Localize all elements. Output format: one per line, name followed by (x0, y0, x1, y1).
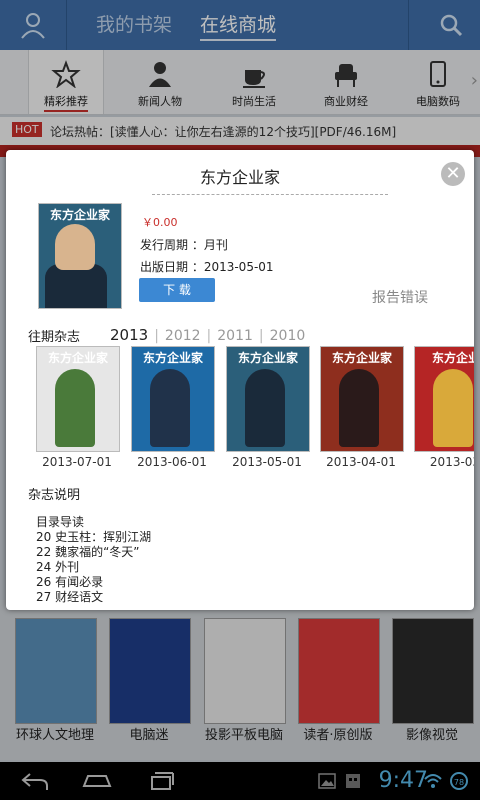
past-issue-cover[interactable]: 东方企业家 (131, 346, 215, 452)
cover-title: 东方企业 (431, 351, 474, 365)
year-2012[interactable]: 2012 (165, 328, 201, 344)
toc-item: 26 有闻必录 (36, 575, 104, 589)
year-separator: | (206, 328, 212, 344)
cover-figure (339, 369, 379, 447)
magazine-detail-dialog: 东方企业家 ✕ 东方企业家 ￥0.00 发行周期 ：月刊 出版日期 ：2013-… (6, 150, 474, 610)
cover-title: 东方企业家 (237, 351, 298, 365)
cover-figure (45, 264, 107, 308)
year-2010[interactable]: 2010 (270, 328, 306, 344)
toc-item: 目录导读 (36, 515, 85, 529)
price: ￥0.00 (142, 216, 178, 229)
issue-date: 2013-04-01 (326, 455, 396, 469)
report-error-link[interactable]: 报告错误 (372, 287, 428, 307)
issue-date: 2013-05-01 (232, 455, 302, 469)
table-of-contents: 目录导读 20 史玉柱：挥别江湖 22 魏家福的“冬天” 24 外刊 26 有闻… (36, 515, 151, 605)
title-divider (152, 194, 388, 195)
publish-date: 出版日期 ：2013-05-01 (140, 260, 274, 274)
toc-item: 27 财经语文 (36, 590, 104, 604)
cover-figure (55, 369, 95, 447)
cover-figure (245, 369, 285, 447)
year-separator: | (258, 328, 264, 344)
toc-item: 22 魏家福的“冬天” (36, 545, 140, 559)
download-button[interactable]: 下 载 (139, 278, 215, 302)
dialog-title: 东方企业家 (199, 168, 280, 187)
year-filter: 2013 | 2012 | 2011 | 2010 (110, 326, 305, 344)
cover-title: 东方企业家 (47, 351, 108, 365)
cover-face (55, 224, 95, 270)
cover-title: 东方企业家 (331, 351, 392, 365)
past-issue-cover[interactable]: 东方企业家 (226, 346, 310, 452)
year-separator: | (154, 328, 159, 344)
issue-date: 2013-03 (429, 455, 474, 469)
issue-date: 2013-07-01 (42, 455, 112, 469)
past-issue-cover[interactable]: 东方企业家 (36, 346, 120, 452)
year-2013[interactable]: 2013 (110, 326, 148, 344)
toc-item: 24 外刊 (36, 560, 80, 574)
cover-title: 东方企业家 (49, 208, 110, 222)
cover-figure (433, 369, 473, 447)
magazine-cover[interactable]: 东方企业家 (38, 203, 122, 309)
cover-figure (150, 369, 190, 447)
description-label: 杂志说明 (28, 488, 81, 503)
past-issue-cover[interactable]: 东方企业家 (320, 346, 404, 452)
cover-title: 东方企业家 (142, 351, 203, 365)
publish-period: 发行周期 ：月刊 (140, 238, 228, 252)
past-issues-label: 往期杂志 (28, 330, 81, 345)
close-icon[interactable]: ✕ (441, 162, 465, 186)
past-issue-cover[interactable]: 东方企业 (414, 346, 474, 452)
toc-item: 20 史玉柱：挥别江湖 (36, 530, 152, 544)
year-2011[interactable]: 2011 (217, 328, 253, 344)
issue-date: 2013-06-01 (137, 455, 207, 469)
